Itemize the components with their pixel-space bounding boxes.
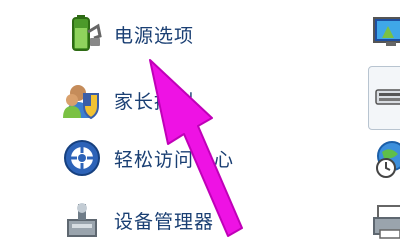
item-power-options[interactable]: 电源选项 bbox=[0, 6, 330, 62]
power-options-label: 电源选项 bbox=[114, 24, 195, 47]
printer-icon[interactable] bbox=[372, 200, 400, 240]
ease-of-access-label: 轻松访问中心 bbox=[114, 148, 235, 171]
keyboard-tile[interactable] bbox=[368, 66, 400, 130]
display-monitor-icon[interactable] bbox=[370, 12, 400, 52]
device-manager-label: 设备管理器 bbox=[114, 210, 215, 233]
item-parental-controls[interactable]: 家长控制 bbox=[0, 72, 330, 128]
keyboard-icon bbox=[375, 89, 400, 105]
parental-controls-icon bbox=[63, 85, 99, 120]
item-ease-of-access[interactable]: 轻松访问中心 bbox=[0, 130, 330, 186]
device-manager-icon bbox=[67, 203, 97, 237]
parental-controls-label: 家长控制 bbox=[114, 90, 195, 113]
battery-power-icon bbox=[72, 15, 102, 51]
ease-of-access-icon bbox=[64, 140, 100, 176]
globe-clock-icon[interactable] bbox=[372, 140, 400, 180]
